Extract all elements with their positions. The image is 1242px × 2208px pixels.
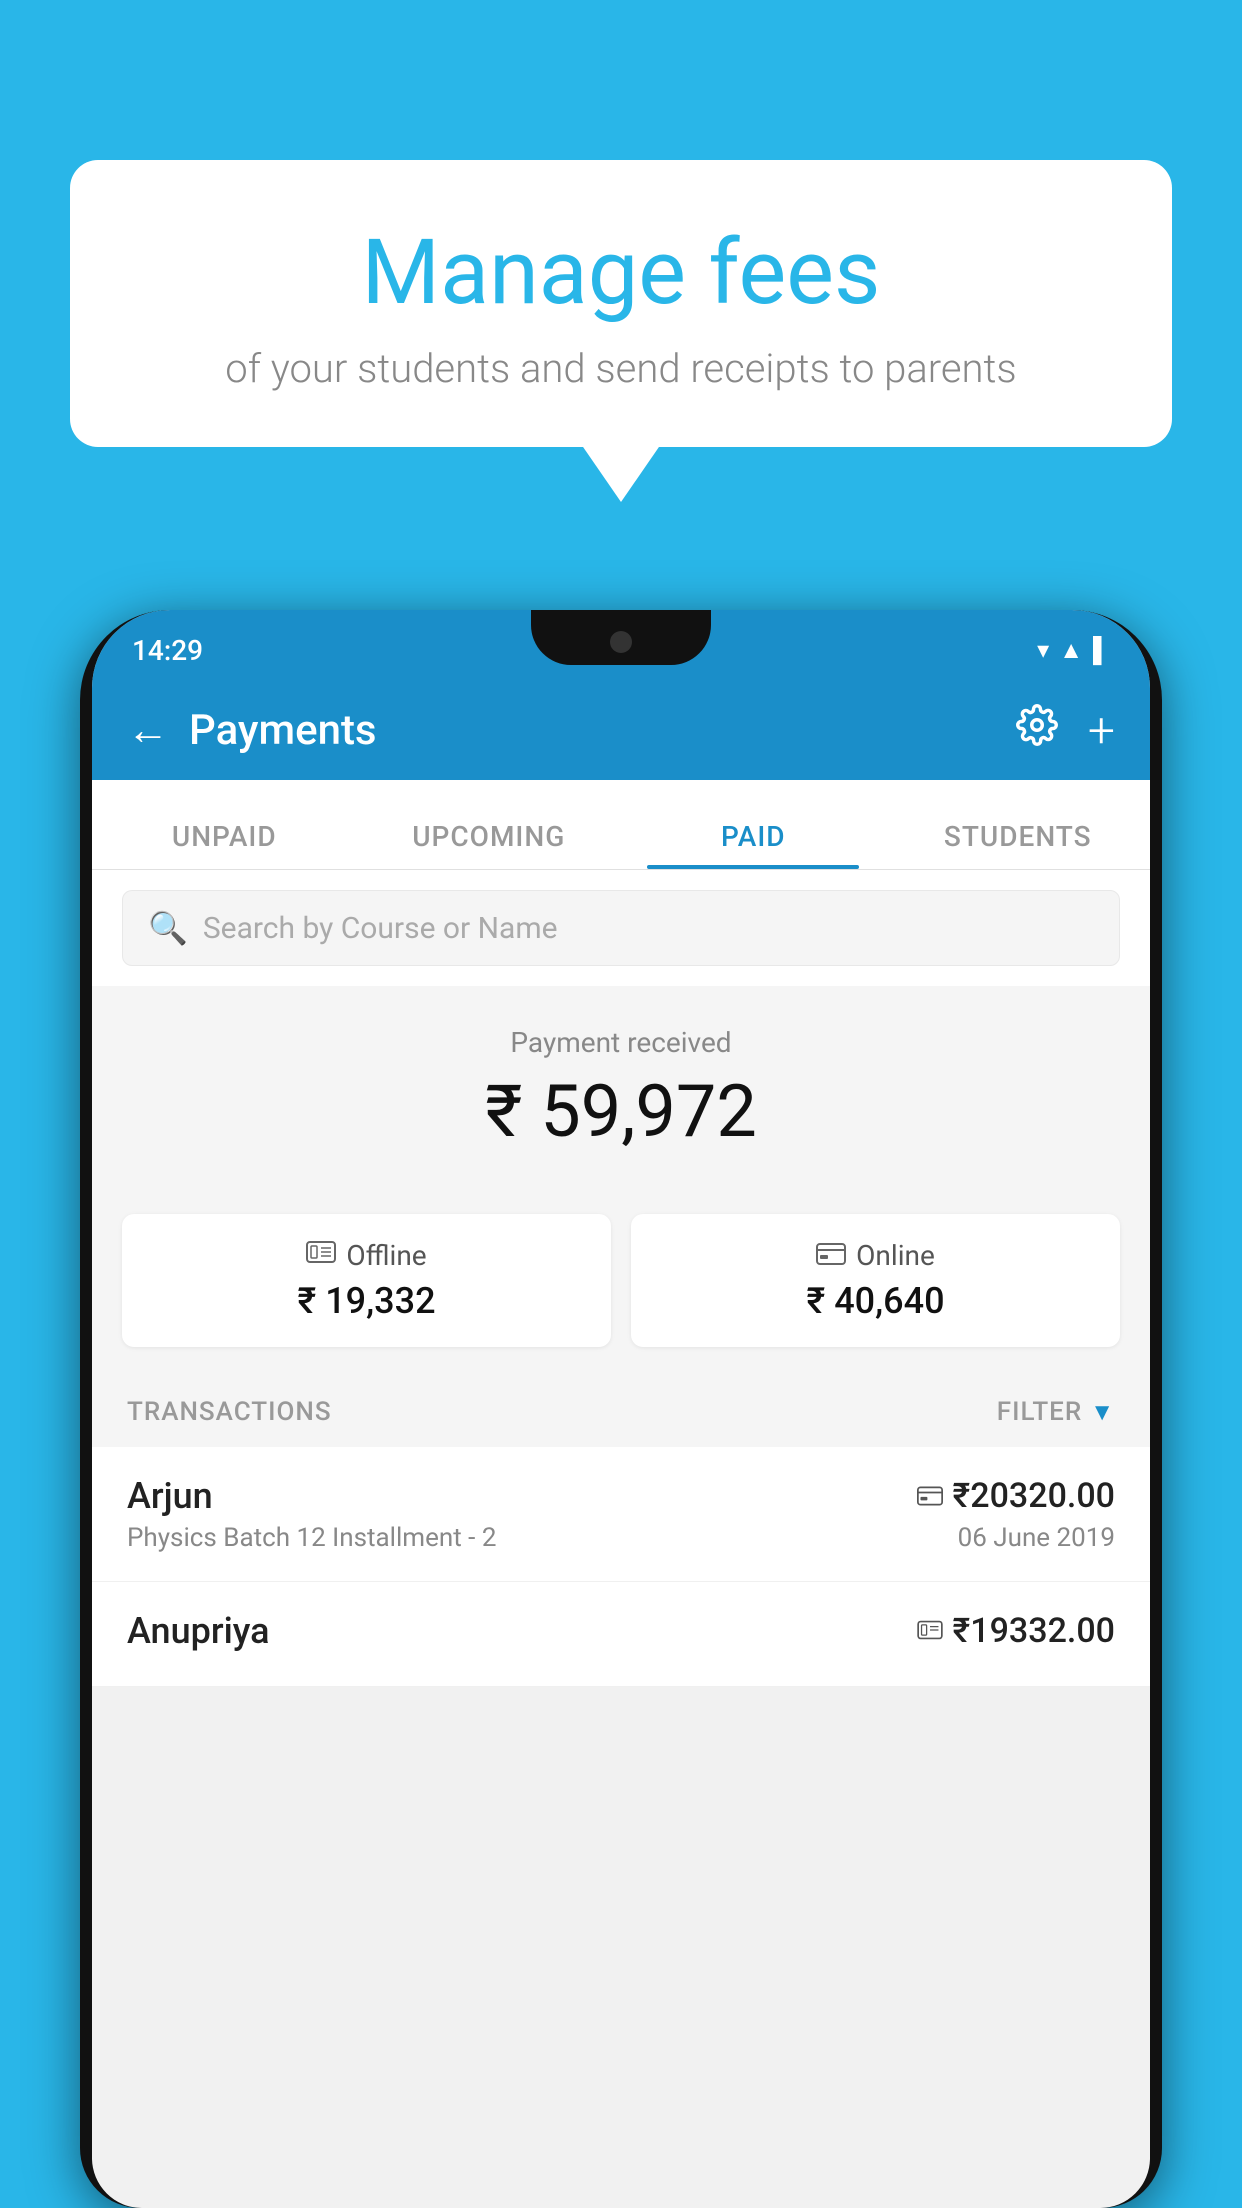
- transaction-row-bottom: Physics Batch 12 Installment - 2 06 June…: [127, 1523, 1115, 1553]
- transactions-label: TRANSACTIONS: [127, 1397, 332, 1427]
- payment-received-section: Payment received ₹ 59,972: [92, 986, 1150, 1214]
- camera: [610, 631, 632, 653]
- transaction-item[interactable]: Anupriya ₹19332.00: [92, 1582, 1150, 1687]
- transaction-amount-wrapper: ₹20320.00: [917, 1476, 1115, 1516]
- search-icon: 🔍: [148, 909, 188, 947]
- battery-icon: ▌: [1093, 636, 1110, 665]
- tab-unpaid[interactable]: UNPAID: [92, 820, 357, 869]
- tab-students[interactable]: STUDENTS: [886, 820, 1151, 869]
- add-icon[interactable]: +: [1088, 702, 1115, 759]
- bubble-title: Manage fees: [120, 220, 1122, 325]
- phone-screen: 14:29 ▾ ▲ ▌ ← Payments +: [92, 610, 1150, 2208]
- offline-label: Offline: [346, 1239, 426, 1272]
- offline-icon: [306, 1239, 336, 1272]
- transaction-amount: ₹19332.00: [953, 1611, 1115, 1651]
- signal-icon: ▲: [1059, 636, 1083, 665]
- top-bar: ← Payments +: [92, 680, 1150, 780]
- phone-frame: 14:29 ▾ ▲ ▌ ← Payments +: [80, 610, 1162, 2208]
- offline-card: Offline ₹ 19,332: [122, 1214, 611, 1347]
- tab-paid[interactable]: PAID: [621, 820, 886, 869]
- transaction-amount-wrapper: ₹19332.00: [917, 1611, 1115, 1651]
- status-time: 14:29: [132, 634, 203, 667]
- payment-type-icon: [917, 1615, 943, 1648]
- transaction-date: 06 June 2019: [958, 1523, 1115, 1553]
- top-bar-actions: +: [1016, 702, 1115, 759]
- online-label: Online: [856, 1239, 935, 1272]
- search-container: 🔍 Search by Course or Name: [92, 870, 1150, 986]
- payment-cards: Offline ₹ 19,332 Online ₹: [92, 1214, 1150, 1377]
- speech-bubble: Manage fees of your students and send re…: [70, 160, 1172, 447]
- offline-amount: ₹ 19,332: [142, 1280, 591, 1322]
- status-icons: ▾ ▲ ▌: [1037, 636, 1110, 665]
- online-card: Online ₹ 40,640: [631, 1214, 1120, 1347]
- transaction-name: Anupriya: [127, 1610, 270, 1652]
- transaction-item[interactable]: Arjun ₹20320.00 Physics Batch 12 Install…: [92, 1447, 1150, 1582]
- tabs-bar: UNPAID UPCOMING PAID STUDENTS: [92, 780, 1150, 870]
- filter-icon: ▼: [1090, 1398, 1115, 1427]
- phone-notch: [531, 610, 711, 665]
- bubble-subtitle: of your students and send receipts to pa…: [120, 345, 1122, 392]
- transaction-name: Arjun: [127, 1475, 213, 1517]
- wifi-icon: ▾: [1037, 636, 1049, 664]
- settings-icon[interactable]: [1016, 704, 1058, 757]
- transaction-amount: ₹20320.00: [953, 1476, 1115, 1516]
- search-box[interactable]: 🔍 Search by Course or Name: [122, 890, 1120, 966]
- offline-card-header: Offline: [142, 1239, 591, 1272]
- payment-type-icon: [917, 1480, 943, 1513]
- online-card-header: Online: [651, 1239, 1100, 1272]
- online-icon: [816, 1239, 846, 1272]
- page-title: Payments: [189, 706, 996, 755]
- transaction-row-top: Arjun ₹20320.00: [127, 1475, 1115, 1517]
- filter-button[interactable]: FILTER ▼: [997, 1397, 1115, 1427]
- transaction-course: Physics Batch 12 Installment - 2: [127, 1523, 496, 1553]
- back-button[interactable]: ←: [127, 706, 169, 755]
- online-amount: ₹ 40,640: [651, 1280, 1100, 1322]
- payment-received-amount: ₹ 59,972: [122, 1069, 1120, 1154]
- tab-upcoming[interactable]: UPCOMING: [357, 820, 622, 869]
- payment-received-label: Payment received: [122, 1026, 1120, 1059]
- filter-text: FILTER: [997, 1397, 1082, 1427]
- search-input[interactable]: Search by Course or Name: [203, 911, 558, 946]
- transactions-header: TRANSACTIONS FILTER ▼: [92, 1377, 1150, 1447]
- transaction-row-top: Anupriya ₹19332.00: [127, 1610, 1115, 1652]
